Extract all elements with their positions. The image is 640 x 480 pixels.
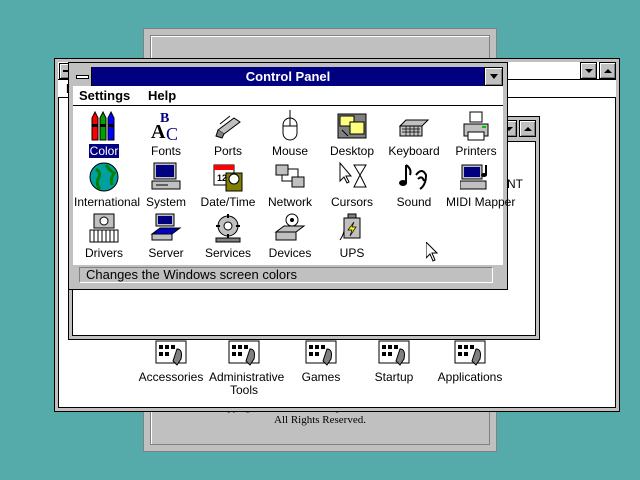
cp-item-label: System	[145, 195, 186, 209]
cp-item-mouse[interactable]: Mouse	[259, 110, 321, 158]
drivers-icon	[88, 212, 120, 244]
cp-item-label: Drivers	[85, 246, 123, 260]
svg-text:A: A	[151, 121, 166, 142]
fonts-icon: BAC	[150, 110, 182, 142]
color-crayons-icon	[88, 110, 120, 142]
main-maximize-button[interactable]	[519, 120, 536, 137]
cp-item-desktop[interactable]: Desktop	[321, 110, 383, 158]
maximize-arrow-icon	[603, 68, 612, 73]
devices-icon	[274, 212, 306, 244]
program-group-icon	[228, 339, 260, 367]
group-label: Applications	[437, 370, 503, 384]
cp-item-network[interactable]: Network	[259, 161, 321, 209]
ports-icon	[212, 110, 244, 142]
mouse-pointer-icon	[426, 242, 438, 262]
status-text: Changes the Windows screen colors	[79, 267, 493, 283]
cp-item-label: Network	[267, 195, 312, 209]
keyboard-icon	[398, 110, 430, 142]
cp-item-label: Sound	[396, 195, 432, 209]
copyright-line-2: All Rights Reserved.	[274, 414, 366, 426]
minimize-arrow-icon	[489, 74, 498, 79]
program-group-icon	[305, 339, 337, 367]
program-group-icon	[155, 339, 187, 367]
cp-item-printers[interactable]: Printers	[445, 110, 507, 158]
midi-mapper-icon	[460, 161, 492, 193]
program-group-icon	[454, 339, 486, 367]
cp-item-label: Ports	[213, 144, 242, 158]
cp-item-label: Devices	[268, 246, 312, 260]
cp-minimize-button[interactable]	[484, 67, 503, 86]
cp-item-label: Fonts	[150, 144, 181, 158]
cp-system-menu-button[interactable]	[73, 67, 92, 86]
pm-minimize-button[interactable]	[580, 62, 597, 79]
cp-item-drivers[interactable]: Drivers	[73, 212, 135, 260]
cp-item-label: Color	[88, 144, 120, 158]
cp-item-label: Server	[148, 246, 184, 260]
cp-item-ups[interactable]: UPS	[321, 212, 383, 260]
cp-item-cursors[interactable]: Cursors	[321, 161, 383, 209]
cp-item-midi-mapper[interactable]: MIDI Mapper	[445, 161, 515, 209]
cp-item-server[interactable]: Server	[135, 212, 197, 260]
cp-menubar: Settings Help	[73, 86, 503, 106]
cp-item-color[interactable]: Color	[73, 110, 135, 158]
computer-icon	[150, 161, 182, 193]
sound-icon	[398, 161, 430, 193]
cp-item-label: Printers	[455, 144, 497, 158]
printer-icon	[460, 110, 492, 142]
cp-icon-area: Color B A C Fonts Ports Mouse Desktop Keyboard Pr…	[73, 106, 515, 265]
cp-item-fonts[interactable]: B A C Fonts	[135, 110, 197, 158]
network-icon	[274, 161, 306, 193]
cp-item-date-time[interactable]: 12 Date/Time	[197, 161, 259, 209]
cp-item-keyboard[interactable]: Keyboard	[383, 110, 445, 158]
group-applications[interactable]: Applications	[425, 339, 515, 384]
cp-item-label: Services	[204, 246, 251, 260]
menu-help[interactable]: Help	[148, 86, 176, 105]
desktop-icon	[336, 110, 368, 142]
minimize-arrow-icon	[584, 68, 593, 73]
cursors-icon	[336, 161, 368, 193]
cp-item-label: UPS	[339, 246, 365, 260]
globe-icon	[88, 161, 120, 193]
mouse-icon	[274, 110, 306, 142]
control-panel-title: Control Panel	[245, 69, 331, 84]
menu-settings[interactable]: Settings	[79, 86, 130, 105]
cp-item-devices[interactable]: Devices	[259, 212, 321, 260]
group-label: Administrative Tools	[209, 370, 285, 397]
server-icon	[150, 212, 182, 244]
control-panel-titlebar[interactable]: Control Panel	[73, 67, 503, 86]
control-panel-window: Control Panel Settings Help Color B A C Font…	[68, 62, 515, 290]
svg-text:C: C	[166, 124, 178, 142]
cp-status-bar: Changes the Windows screen colors	[73, 265, 503, 285]
cp-item-label: Mouse	[271, 144, 309, 158]
cp-item-services[interactable]: Services	[197, 212, 259, 260]
cp-item-label: MIDI Mapper	[446, 195, 516, 209]
cp-item-sound[interactable]: Sound	[383, 161, 445, 209]
services-icon	[212, 212, 244, 244]
calendar-clock-icon: 12	[212, 161, 244, 193]
program-group-icon	[378, 339, 410, 367]
cp-item-system[interactable]: System	[135, 161, 197, 209]
ups-battery-icon	[336, 212, 368, 244]
cp-item-international[interactable]: International	[73, 161, 140, 209]
cp-item-label: Cursors	[330, 195, 373, 209]
cp-item-ports[interactable]: Ports	[197, 110, 259, 158]
cp-item-label: Desktop	[329, 144, 375, 158]
cp-item-label: Date/Time	[200, 195, 256, 209]
cp-item-label: International	[74, 195, 141, 209]
cp-item-label: Keyboard	[388, 144, 440, 158]
partial-icon-label: NT	[507, 177, 523, 191]
pm-maximize-button[interactable]	[599, 62, 616, 79]
